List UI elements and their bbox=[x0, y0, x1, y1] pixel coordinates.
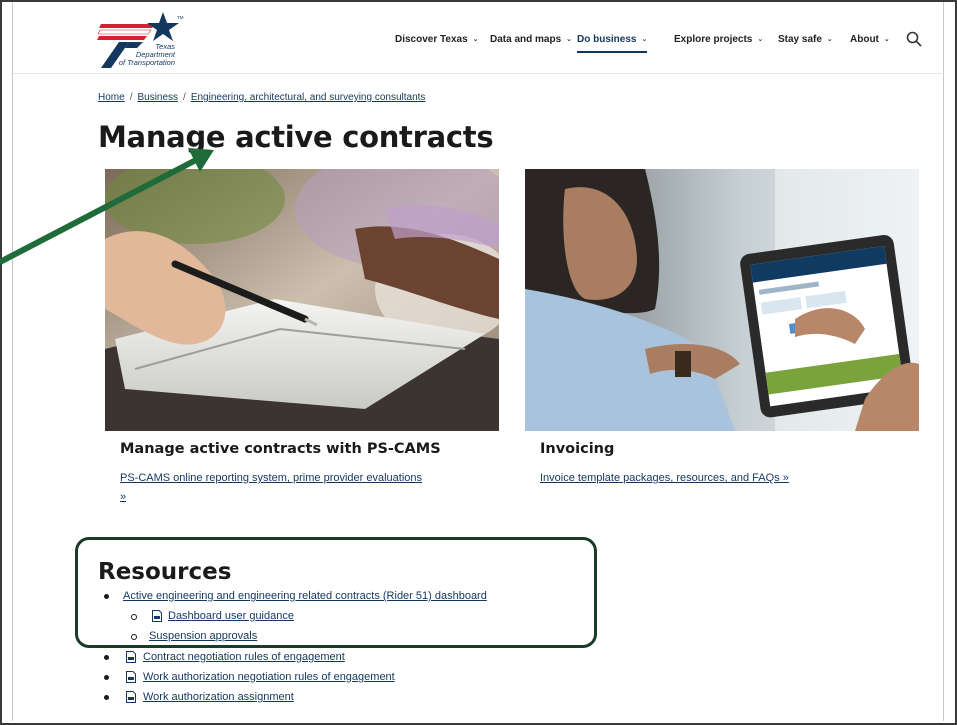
pdf-icon bbox=[126, 671, 136, 683]
annotation-highlight-box bbox=[75, 537, 597, 648]
tablet-user-photo bbox=[525, 169, 919, 431]
nav-data-and-maps[interactable]: Data and maps ⌄ bbox=[490, 34, 572, 45]
invoicing-link[interactable]: Invoice template packages, resources, an… bbox=[540, 469, 789, 488]
chevron-down-icon: ⌄ bbox=[826, 36, 833, 43]
pdf-icon bbox=[126, 651, 136, 663]
logo-text: Texas Department of Transportation bbox=[117, 43, 175, 67]
nav-label: About bbox=[850, 34, 879, 45]
page-title: Manage active contracts bbox=[98, 120, 494, 154]
breadcrumb-home-link[interactable]: Home bbox=[98, 92, 125, 103]
nav-discover-texas[interactable]: Discover Texas ⌄ bbox=[395, 34, 479, 45]
breadcrumb: Home / Business / Engineering, architectural… bbox=[98, 92, 425, 103]
nav-explore-projects[interactable]: Explore projects ⌄ bbox=[674, 34, 763, 45]
card-title-ps-cams: Manage active contracts with PS-CAMS bbox=[120, 441, 441, 457]
ps-cams-link-arrow: » bbox=[120, 491, 127, 503]
ps-cams-link[interactable]: PS-CAMS online reporting system, prime p… bbox=[120, 469, 490, 507]
resource-link-wa-negotiation-rules[interactable]: Work authorization negotiation rules of … bbox=[143, 671, 395, 683]
pdf-icon bbox=[126, 691, 136, 703]
chevron-down-icon: ⌄ bbox=[757, 36, 764, 43]
nav-label: Data and maps bbox=[490, 34, 562, 45]
logo-line-3: of Transportation bbox=[118, 58, 175, 67]
nav-label: Discover Texas bbox=[395, 34, 468, 45]
resource-link-wa-assignment[interactable]: Work authorization assignment bbox=[143, 691, 294, 703]
nav-do-business[interactable]: Do business ⌄ bbox=[577, 34, 648, 53]
document-signing-photo bbox=[105, 169, 499, 431]
chevron-down-icon: ⌄ bbox=[472, 36, 479, 43]
chevron-down-icon: ⌄ bbox=[566, 36, 573, 43]
chevron-down-icon: ⌄ bbox=[641, 36, 648, 43]
card-image-invoicing[interactable] bbox=[525, 169, 919, 431]
header-divider bbox=[13, 73, 942, 74]
nav-label: Stay safe bbox=[778, 34, 822, 45]
resource-link-contract-negotiation-rules[interactable]: Contract negotiation rules of engagement bbox=[143, 651, 345, 663]
breadcrumb-separator: / bbox=[183, 92, 186, 103]
nav-label: Explore projects bbox=[674, 34, 753, 45]
nav-stay-safe[interactable]: Stay safe ⌄ bbox=[778, 34, 833, 45]
nav-label: Do business bbox=[577, 34, 637, 45]
list-bullet bbox=[104, 695, 109, 700]
nav-about[interactable]: About ⌄ bbox=[850, 34, 890, 45]
trademark-mark: TM bbox=[177, 15, 184, 20]
breadcrumb-consultants-link[interactable]: Engineering, architectural, and surveyin… bbox=[191, 92, 426, 103]
ps-cams-link-text: PS-CAMS online reporting system, prime p… bbox=[120, 472, 423, 484]
search-icon[interactable] bbox=[906, 31, 922, 47]
list-bullet bbox=[104, 675, 109, 680]
breadcrumb-business-link[interactable]: Business bbox=[137, 92, 178, 103]
breadcrumb-separator: / bbox=[129, 92, 133, 103]
card-title-invoicing: Invoicing bbox=[540, 441, 615, 457]
chevron-down-icon: ⌄ bbox=[883, 36, 890, 43]
list-bullet bbox=[104, 655, 109, 660]
card-image-contracts[interactable] bbox=[105, 169, 499, 431]
